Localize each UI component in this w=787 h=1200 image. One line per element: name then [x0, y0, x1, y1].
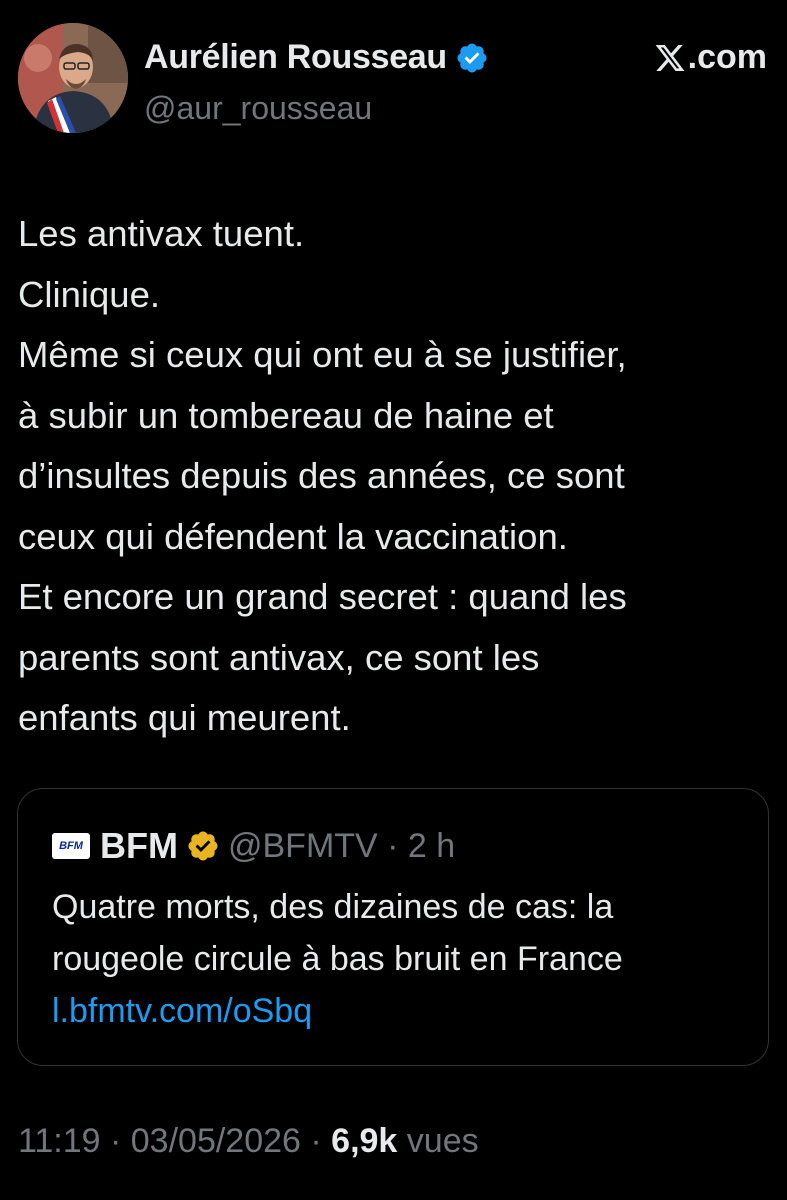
x-source-link[interactable]: .com	[654, 38, 767, 77]
quoted-link[interactable]: l.bfmtv.com/oSbq	[52, 985, 752, 1037]
avatar[interactable]	[18, 23, 128, 133]
x-source-label: .com	[687, 38, 767, 76]
author-handle[interactable]: @aur_rousseau	[144, 90, 372, 127]
tweet-line: Même si ceux qui ont eu à se justifier,	[18, 334, 627, 375]
tweet-line: enfants qui meurent.	[18, 697, 351, 738]
quoted-tweet-line: Quatre morts, des dizaines de cas: la	[52, 888, 614, 926]
tweet-line: parents sont antivax, ce sont les	[18, 636, 540, 678]
tweet-header: Aurélien Rousseau @aur_rousseau .com	[18, 20, 769, 140]
gold-verified-badge-icon	[188, 831, 218, 861]
tweet-line: Les antivax tuent.	[18, 213, 305, 254]
quoted-tweet-card[interactable]: BFM BFM @BFMTV · 2 h Quatre morts, des d…	[17, 788, 769, 1066]
quoted-tweet-header: BFM BFM @BFMTV · 2 h	[52, 825, 455, 867]
bfm-logo-icon[interactable]: BFM	[52, 833, 90, 859]
timestamp[interactable]: 11:19 · 03/05/2026 ·	[18, 1122, 331, 1160]
quoted-tweet-text: Quatre morts, des dizaines de cas: la ro…	[52, 881, 752, 1037]
quoted-author-name[interactable]: BFM	[100, 825, 178, 867]
tweet-line: à subir un tombereau de haine et	[18, 394, 554, 436]
views-label: vues	[397, 1122, 479, 1160]
x-logo-icon	[655, 44, 685, 71]
quoted-tweet-line: rougeole circule à bas bruit en France	[52, 940, 623, 978]
author-display-name[interactable]: Aurélien Rousseau	[144, 38, 447, 77]
tweet-line: Et encore un grand secret : quand les	[18, 576, 627, 617]
tweet-meta: 11:19 · 03/05/2026 · 6,9k vues	[18, 1122, 479, 1161]
tweet-line: ceux qui défendent la vaccination.	[18, 515, 568, 557]
views-count[interactable]: 6,9k	[331, 1122, 397, 1160]
tweet-line: d’insultes depuis des années, ce sont	[18, 455, 625, 496]
tweet-text: Les antivax tuent. Clinique. Même si ceu…	[18, 204, 778, 749]
quoted-handle-time[interactable]: @BFMTV · 2 h	[228, 827, 455, 866]
tweet-line: Clinique.	[18, 273, 161, 315]
verified-badge-icon	[457, 42, 487, 73]
author-name-row[interactable]: Aurélien Rousseau	[144, 38, 489, 77]
